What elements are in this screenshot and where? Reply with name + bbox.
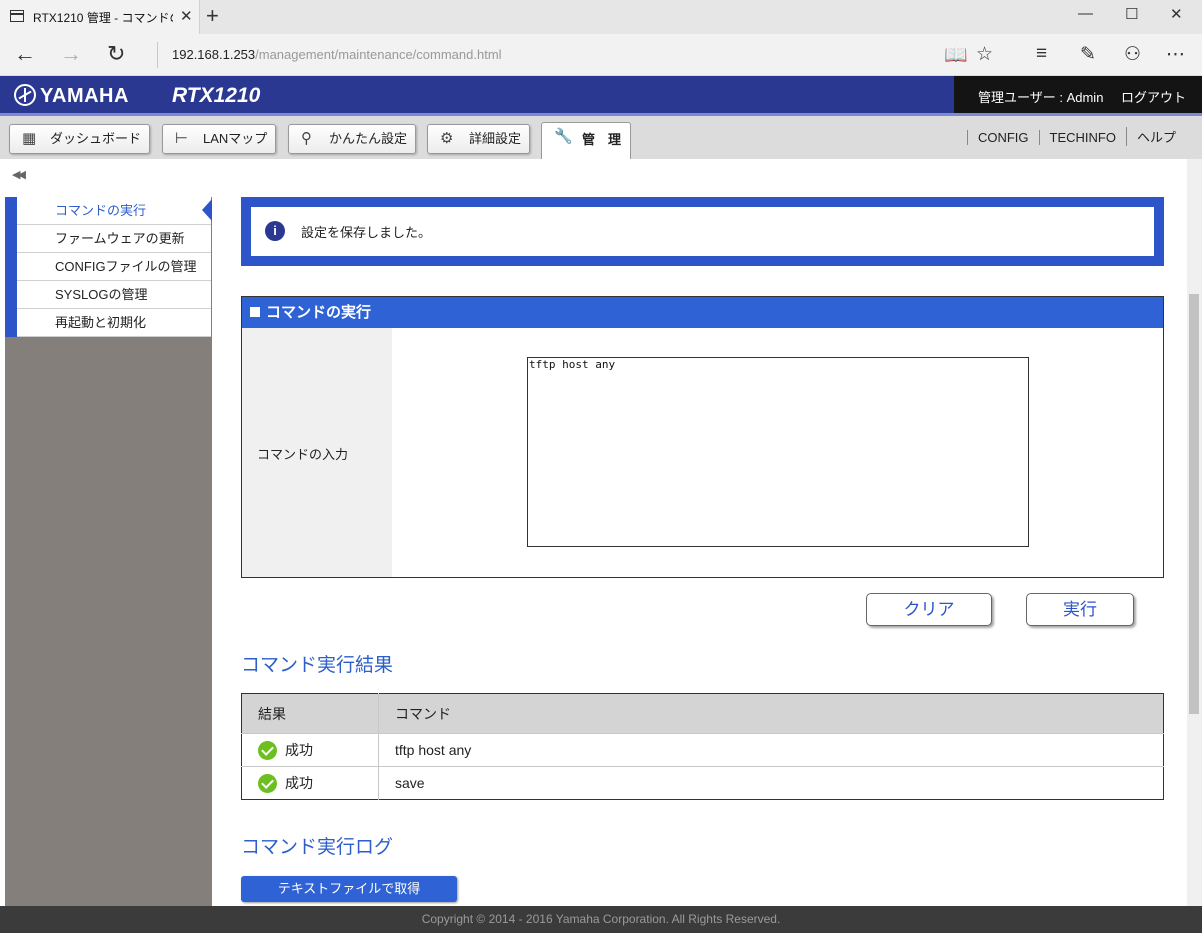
address-bar: ← → ↻ 192.168.1.253/management/maintenan… [0, 34, 1202, 76]
more-icon[interactable]: ⋯ [1166, 43, 1185, 66]
page-scrollbar[interactable] [1187, 159, 1202, 906]
success-check-icon [258, 741, 277, 760]
url-path: /management/maintenance/command.html [255, 47, 502, 62]
techinfo-link[interactable]: TECHINFO [1038, 130, 1126, 145]
command-panel-header: コマンドの実行 [242, 297, 1163, 328]
log-heading: コマンド実行ログ [241, 837, 394, 858]
lan-map-icon: ⊢ [175, 130, 189, 147]
tab-easy-setup[interactable]: ⚲ かんたん設定 [288, 124, 416, 154]
info-icon: i [265, 221, 285, 241]
tuning-fork-icon [14, 84, 36, 106]
current-user: 管理ユーザー : Admin [978, 90, 1104, 105]
sidebar: コマンドの実行 ファームウェアの更新 CONFIGファイルの管理 SYSLOGの… [5, 197, 212, 906]
page-icon [10, 10, 24, 22]
tab-label: ダッシュボード [50, 131, 142, 146]
sidebar-item-config-file[interactable]: CONFIGファイルの管理 [17, 253, 211, 281]
maximize-icon[interactable]: ☐ [1125, 5, 1138, 23]
command-cell: save [378, 766, 1164, 800]
result-text: 成功 [285, 775, 313, 791]
reading-view-icon[interactable]: 📖 [944, 43, 968, 67]
table-row: 成功 save [241, 766, 1164, 800]
scrollbar-thumb[interactable] [1189, 294, 1199, 714]
router-header: YAMAHA RTX1210 管理ユーザー : Admin ログアウト [0, 76, 1202, 116]
results-header-row: 結果 コマンド [241, 693, 1164, 734]
config-link[interactable]: CONFIG [966, 130, 1039, 145]
browser-tab[interactable]: RTX1210 管理 - コマンドの ✕ [0, 0, 200, 34]
results-table: 結果 コマンド 成功 tftp host any 成功 save [241, 693, 1164, 800]
wrench-icon: 🔧 [554, 128, 573, 145]
tab-management[interactable]: 🔧 管 理 [541, 122, 631, 159]
tab-label: 詳細設定 [469, 131, 522, 146]
web-note-icon[interactable]: ✎ [1080, 43, 1096, 66]
results-heading: コマンド実行結果 [241, 655, 394, 676]
url-host: 192.168.1.253 [172, 47, 256, 62]
url-field[interactable]: 192.168.1.253/management/maintenance/com… [157, 42, 927, 68]
top-links: CONFIG TECHINFO ヘルプ [966, 127, 1186, 146]
dashboard-icon: ▦ [22, 130, 37, 147]
refresh-icon[interactable]: ↻ [107, 41, 125, 67]
browser-tab-strip: RTX1210 管理 - コマンドの ✕ + — ☐ ✕ [0, 0, 1202, 34]
command-panel: コマンドの実行 コマンドの入力 tftp host any [241, 296, 1164, 578]
back-icon[interactable]: ← [14, 41, 36, 67]
tab-label: かんたん設定 [329, 131, 408, 146]
column-header-result: 結果 [241, 693, 379, 734]
share-icon[interactable]: ⚇ [1124, 43, 1141, 66]
hub-icon[interactable]: ≡ [1036, 43, 1047, 65]
success-check-icon [258, 774, 277, 793]
user-box: 管理ユーザー : Admin ログアウト [954, 76, 1202, 113]
command-cell: tftp host any [378, 733, 1164, 767]
sidebar-item-command[interactable]: コマンドの実行 [17, 197, 212, 225]
run-button[interactable]: 実行 [1026, 593, 1134, 626]
tab-lan-map[interactable]: ⊢ LANマップ [162, 124, 276, 154]
tab-dashboard[interactable]: ▦ ダッシュボード [9, 124, 150, 154]
help-link[interactable]: ヘルプ [1125, 127, 1186, 146]
main-nav: ▦ ダッシュボード ⊢ LANマップ ⚲ かんたん設定 ⚙ 詳細設定 🔧 管 理… [0, 116, 1202, 159]
tab-advanced-settings[interactable]: ⚙ 詳細設定 [427, 124, 530, 154]
sidebar-item-restart[interactable]: 再起動と初期化 [17, 309, 211, 337]
gear-icon: ⚙ [440, 130, 454, 147]
command-input[interactable]: tftp host any [527, 357, 1029, 547]
collapse-sidebar-icon[interactable]: ◀◀ [12, 168, 26, 181]
tab-label: LANマップ [203, 131, 268, 146]
result-text: 成功 [285, 742, 313, 758]
column-header-command: コマンド [378, 693, 1164, 734]
table-row: 成功 tftp host any [241, 733, 1164, 767]
command-input-label-cell: コマンドの入力 [242, 328, 392, 577]
result-cell: 成功 [241, 733, 379, 767]
forward-icon[interactable]: → [60, 41, 82, 67]
footer-copyright: Copyright © 2014 - 2016 Yamaha Corporati… [0, 906, 1202, 933]
command-input-label: コマンドの入力 [257, 447, 349, 462]
notice-message: 設定を保存しました。 [301, 225, 432, 240]
brand-name: YAMAHA [40, 85, 129, 107]
favorite-star-icon[interactable]: ☆ [976, 43, 993, 66]
result-cell: 成功 [241, 766, 379, 800]
square-bullet-icon [250, 307, 260, 317]
clear-button[interactable]: クリア [866, 593, 992, 626]
close-tab-icon[interactable]: ✕ [180, 7, 193, 25]
logout-link[interactable]: ログアウト [1121, 87, 1186, 106]
yamaha-logo: YAMAHA [14, 84, 129, 108]
tab-label: 管 理 [582, 132, 622, 147]
sidebar-item-firmware[interactable]: ファームウェアの更新 [17, 225, 211, 253]
minimize-icon[interactable]: — [1078, 5, 1093, 22]
wand-icon: ⚲ [301, 130, 312, 147]
sidebar-menu: コマンドの実行 ファームウェアの更新 CONFIGファイルの管理 SYSLOGの… [5, 197, 212, 337]
download-log-button[interactable]: テキストファイルで取得 [241, 876, 457, 902]
save-notice: i 設定を保存しました。 [241, 197, 1164, 266]
model-name: RTX1210 [172, 84, 261, 107]
window-close-icon[interactable]: ✕ [1170, 5, 1183, 23]
sidebar-item-syslog[interactable]: SYSLOGの管理 [17, 281, 211, 309]
command-panel-title: コマンドの実行 [266, 304, 372, 321]
browser-tab-title: RTX1210 管理 - コマンドの [33, 11, 173, 25]
new-tab-icon[interactable]: + [206, 3, 219, 29]
